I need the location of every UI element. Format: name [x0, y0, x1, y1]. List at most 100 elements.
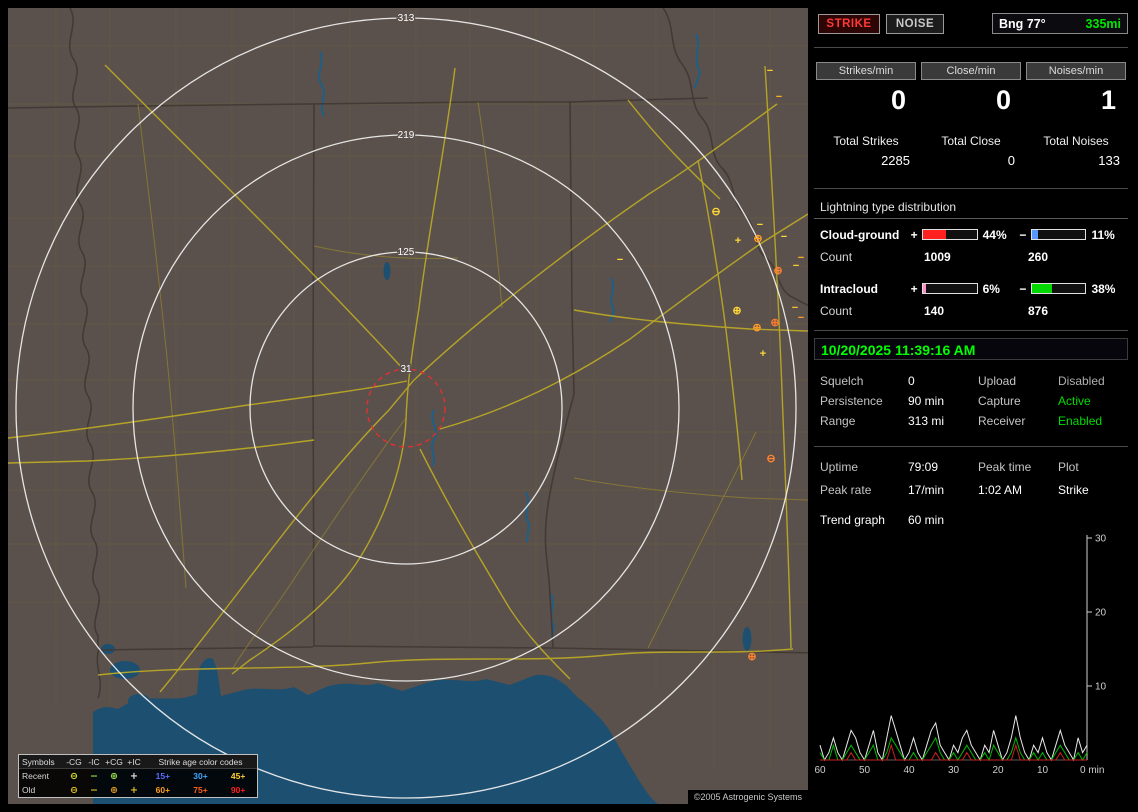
intracloud-label: Intracloud: [820, 282, 908, 296]
trend-x-tick-label: 20: [992, 765, 1004, 776]
ring-label-125: 125: [398, 247, 415, 258]
ic-neg-count: 876: [1028, 304, 1048, 318]
divider: [814, 446, 1128, 447]
cloud-ground-row: Cloud-ground + 44% − 11%: [820, 228, 1126, 241]
map-canvas: 313 219 125 31 −−⊖−+⊕−−⊕−⊕⊕−⊕+−−⊖⊕: [8, 8, 808, 804]
intracloud-count-row: Count 140 876: [820, 304, 1048, 318]
range-label: Range: [820, 414, 908, 428]
ic-pos-count: 140: [924, 304, 1028, 318]
legend-age-code: 60+: [156, 785, 170, 795]
noises-per-min-value: 1: [1026, 84, 1126, 116]
peak-time-label: Peak time: [978, 460, 1058, 474]
legend-strike-symbol: ⊖: [64, 785, 84, 796]
divider: [814, 330, 1128, 331]
bearing-display: Bng 77° 335mi: [992, 13, 1128, 34]
divider: [814, 47, 1128, 48]
trend-x-tick-label: 50: [859, 765, 871, 776]
legend-col-pos-cg: +CG: [104, 757, 124, 767]
map-legend: Symbols -CG -IC +CG +IC Strike age color…: [18, 754, 258, 798]
legend-age-codes: 60+75+90+: [144, 785, 257, 795]
strike-symbol: −: [798, 252, 804, 264]
close-per-min-label: Close/min: [921, 62, 1021, 80]
plus-sign: +: [908, 228, 920, 242]
strikes-per-min-label: Strikes/min: [816, 62, 916, 80]
strike-symbol: ⊕: [747, 651, 756, 663]
trend-window-value: 60 min: [908, 513, 1126, 527]
legend-age-code: 30+: [193, 771, 207, 781]
noise-button[interactable]: NOISE: [886, 14, 944, 34]
ic-neg-pct: 38%: [1088, 282, 1126, 296]
total-noises-value: 133: [1026, 153, 1126, 168]
plot-label: Plot: [1058, 460, 1126, 474]
distribution-title: Lightning type distribution: [820, 200, 956, 214]
trend-y-tick-label: 20: [1095, 608, 1107, 619]
strike-symbol: ⊕: [752, 322, 761, 334]
strike-symbol: ⊕: [732, 305, 741, 317]
legend-strike-symbol: ⊕: [104, 785, 124, 796]
strike-symbol: −: [776, 91, 782, 103]
strike-button[interactable]: STRIKE: [818, 14, 880, 34]
trend-graph-label: Trend graph: [820, 513, 908, 527]
uptime-value: 79:09: [908, 460, 978, 474]
noises-per-min-label: Noises/min: [1026, 62, 1126, 80]
ring-label-219: 219: [398, 130, 415, 141]
map-panel: 313 219 125 31 −−⊖−+⊕−−⊕−⊕⊕−⊕+−−⊖⊕ Symbo…: [8, 8, 808, 804]
squelch-label: Squelch: [820, 374, 908, 388]
app-window: 313 219 125 31 −−⊖−+⊕−−⊕−⊕⊕−⊕+−−⊖⊕ Symbo…: [0, 0, 1138, 812]
intracloud-row: Intracloud + 6% − 38%: [820, 282, 1126, 295]
receiver-value: Enabled: [1058, 414, 1126, 428]
copyright: ©2005 Astrogenic Systems: [688, 790, 808, 804]
legend-col-pos-ic: +IC: [124, 757, 144, 767]
cg-neg-pct: 11%: [1088, 228, 1126, 242]
legend-row: Recent⊖−⊕+15+30+45+: [19, 769, 257, 783]
strike-symbol: ⊕: [753, 233, 762, 245]
range-value: 313 mi: [908, 414, 978, 428]
strike-symbol: −: [757, 219, 763, 231]
cloud-ground-count-row: Count 1009 260: [820, 250, 1048, 264]
cloud-ground-label: Cloud-ground: [820, 228, 908, 242]
trend-x-tick-label: 40: [903, 765, 915, 776]
status-row: Squelch 0 Upload Disabled: [820, 374, 1126, 388]
upload-label: Upload: [978, 374, 1058, 388]
legend-strike-symbol: ⊕: [104, 771, 124, 782]
legend-age-code: 90+: [231, 785, 245, 795]
total-strikes-value: 2285: [816, 153, 916, 168]
minus-sign: −: [1017, 228, 1029, 242]
trend-graph: 3020106050403020100 min: [812, 528, 1130, 784]
total-close-label: Total Close: [921, 134, 1021, 148]
strike-symbol: +: [760, 348, 766, 360]
ic-pos-pct: 6%: [980, 282, 1018, 296]
ic-pos-bar: [922, 283, 978, 294]
trend-y-tick-label: 10: [1095, 682, 1107, 693]
total-close-value: 0: [921, 153, 1021, 168]
trend-x-tick-label: 30: [948, 765, 960, 776]
total-strikes-label: Total Strikes: [816, 134, 916, 148]
legend-age-code: 15+: [156, 771, 170, 781]
ic-neg-bar-fill: [1032, 284, 1052, 293]
section-underline: [814, 218, 1128, 219]
legend-rows: Recent⊖−⊕+15+30+45+Old⊖−⊕+60+75+90+: [19, 769, 257, 797]
trend-x-tick-label: 0 min: [1080, 765, 1104, 776]
cg-neg-count: 260: [1028, 250, 1048, 264]
cg-neg-bar-fill: [1032, 230, 1038, 239]
strike-symbol: −: [781, 231, 787, 243]
cg-neg-bar: [1031, 229, 1087, 240]
capture-value: Active: [1058, 394, 1126, 408]
cg-pos-count: 1009: [924, 250, 1028, 264]
legend-strike-symbol: −: [84, 785, 104, 796]
map-land: [8, 8, 808, 804]
close-column: Close/min 0 Total Close 0: [921, 62, 1021, 168]
strike-symbol: −: [617, 254, 623, 266]
bearing-range-value: 335mi: [1086, 17, 1121, 31]
ic-neg-bar: [1031, 283, 1087, 294]
peak-rate-value: 17/min: [908, 483, 978, 497]
count-label: Count: [820, 304, 924, 318]
strikes-column: Strikes/min 0 Total Strikes 2285: [816, 62, 916, 168]
close-per-min-value: 0: [921, 84, 1021, 116]
status-row: Range 313 mi Receiver Enabled: [820, 414, 1126, 428]
legend-strike-symbol: −: [84, 771, 104, 782]
cg-pos-bar: [922, 229, 978, 240]
ic-pos-bar-fill: [923, 284, 926, 293]
stats-row: Peak rate 17/min 1:02 AM Strike: [820, 483, 1126, 497]
legend-age-group-label: Old: [19, 785, 64, 795]
